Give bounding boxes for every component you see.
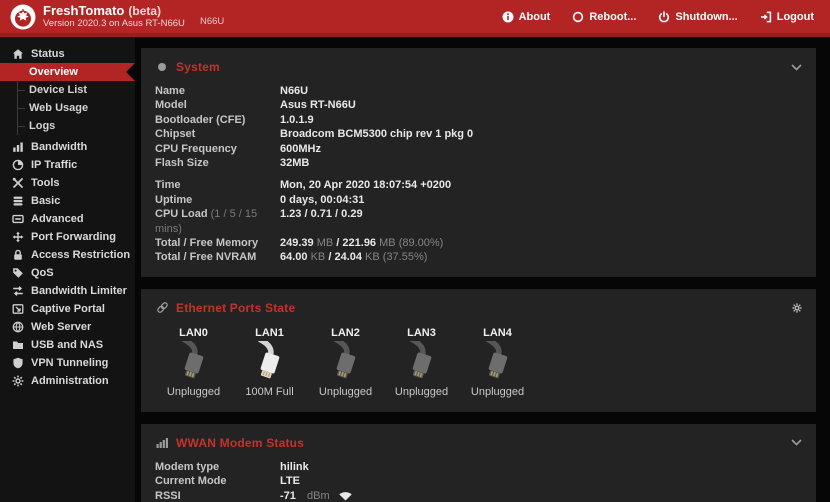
logout-icon [760,11,772,23]
tools-icon [11,177,25,189]
ethernet-port-lan4: LAN4 Unplugged [461,325,534,400]
ethernet-port-list: LAN0 Unplugged LAN1 100M Full LAN2 Unplu… [155,325,802,400]
version-line: Version 2020.3 on Asus RT-N66U [43,19,185,29]
power-icon [658,11,670,23]
signal-strength-icon [338,490,353,502]
wwan-panel-title: WWAN Modem Status [176,436,304,450]
ethernet-plug-icon [233,341,306,385]
ethernet-port-lan1: LAN1 100M Full [233,325,306,400]
lock-icon [11,249,25,261]
wwan-row-modem-type: Modem typehilink [155,460,802,474]
shield-icon [11,357,25,369]
top-header-bar: FreshTomato (beta) Version 2020.3 on Asus… [0,0,830,37]
signal-bars-icon [155,437,169,448]
sidebar-item-access-restriction[interactable]: Access Restriction [0,246,135,264]
pie-chart-icon [11,159,25,171]
wwan-row-rssi: RSSI -71dBm [155,489,802,502]
sidebar-item-logs[interactable]: Logs [18,117,135,135]
system-row-time: TimeMon, 20 Apr 2020 18:07:54 +0200 [155,178,802,192]
system-panel-title: System [176,60,220,74]
wwan-row-current-mode: Current ModeLTE [155,474,802,488]
brand-block: FreshTomato (beta) Version 2020.3 on Asus… [43,4,185,30]
folder-icon [11,339,25,351]
sidebar-item-device-list[interactable]: Device List [18,81,135,99]
ethernet-port-lan3: LAN3 Unplugged [385,325,458,400]
portal-window-icon [11,303,25,315]
drive-icon [11,213,25,225]
system-row-model: ModelAsus RT-N66U [155,98,802,112]
sidebar-item-status[interactable]: Status [0,45,135,63]
ethernet-plug-icon [385,341,458,385]
system-row-cpu-frequency: CPU Frequency600MHz [155,142,802,156]
sidebar-item-port-forwarding[interactable]: Port Forwarding [0,228,135,246]
about-button[interactable]: About [502,11,551,23]
sidebar-item-web-usage[interactable]: Web Usage [18,99,135,117]
status-led-icon [155,62,169,72]
reboot-icon [572,11,584,23]
app-title: FreshTomato [43,3,124,18]
app-beta-tag: (beta) [128,4,161,18]
system-row-uptime: Uptime0 days, 00:04:31 [155,193,802,207]
stack-icon [11,195,25,207]
sidebar-subtree-status: Overview Device List Web Usage Logs [17,63,135,135]
ethernet-ports-panel: Ethernet Ports State LAN0 Unplugged LAN1… [141,289,816,412]
system-row-chipset: ChipsetBroadcom BCM5300 chip rev 1 pkg 0 [155,127,802,141]
sidebar-item-web-server[interactable]: Web Server [0,318,135,336]
ethernet-plug-icon [157,341,230,385]
system-row-flash-size: Flash Size32MB [155,156,802,170]
sidebar-item-tools[interactable]: Tools [0,174,135,192]
logout-button[interactable]: Logout [760,11,814,23]
system-row-cpu-load: CPU Load (1 / 5 / 15 mins)1.23 / 0.71 / … [155,207,802,236]
arrows-cross-icon [11,231,25,243]
freshtomato-logo-icon [10,4,36,30]
sidebar-nav: Status Overview Device List Web Usage Lo… [0,37,135,502]
system-row-bootloader: Bootloader (CFE)1.0.1.9 [155,113,802,127]
ethernet-settings-button[interactable] [792,303,802,313]
ethernet-plug-icon [309,341,382,385]
router-hostname: N66U [200,16,224,27]
shutdown-button[interactable]: Shutdown... [658,11,737,23]
ethernet-port-lan2: LAN2 Unplugged [309,325,382,400]
content-area: System NameN66U ModelAsus RT-N66U Bootlo… [135,37,830,502]
gear-icon [11,375,25,387]
tag-icon [11,267,25,279]
ethernet-port-lan0: LAN0 Unplugged [157,325,230,400]
sidebar-item-captive-portal[interactable]: Captive Portal [0,300,135,318]
wwan-panel-header: WWAN Modem Status [155,434,802,452]
sidebar-item-advanced[interactable]: Advanced [0,210,135,228]
sidebar-item-bandwidth-limiter[interactable]: Bandwidth Limiter [0,282,135,300]
wwan-collapse-button[interactable] [791,439,802,446]
sidebar-item-overview[interactable]: Overview [0,63,135,81]
ethernet-panel-header: Ethernet Ports State [155,299,802,317]
sidebar-item-vpn-tunneling[interactable]: VPN Tunneling [0,354,135,372]
sidebar-item-ip-traffic[interactable]: IP Traffic [0,156,135,174]
system-row-nvram: Total / Free NVRAM64.00 KB / 24.04 KB (3… [155,250,802,264]
info-icon [502,11,514,23]
ethernet-panel-title: Ethernet Ports State [176,301,295,315]
sidebar-item-qos[interactable]: QoS [0,264,135,282]
home-icon [11,48,25,60]
system-panel-header: System [155,58,802,76]
system-collapse-button[interactable] [791,64,802,71]
header-menu: About Reboot... Shutdown... Logout [502,11,830,23]
sidebar-item-administration[interactable]: Administration [0,372,135,390]
reboot-button[interactable]: Reboot... [572,11,636,23]
sidebar-item-basic[interactable]: Basic [0,192,135,210]
wwan-modem-panel: WWAN Modem Status Modem typehilink Curre… [141,424,816,502]
system-row-name: NameN66U [155,84,802,98]
ethernet-plug-icon [461,341,534,385]
link-icon [155,301,169,314]
arrows-exchange-icon [11,285,25,297]
system-panel: System NameN66U ModelAsus RT-N66U Bootlo… [141,48,816,277]
freshtomato-app: FreshTomato (beta) Version 2020.3 on Asus… [0,0,830,502]
sidebar-item-usb-nas[interactable]: USB and NAS [0,336,135,354]
system-row-memory: Total / Free Memory249.39 MB / 221.96 MB… [155,236,802,250]
bar-chart-icon [11,141,25,153]
sidebar-item-bandwidth[interactable]: Bandwidth [0,138,135,156]
globe-icon [11,321,25,333]
